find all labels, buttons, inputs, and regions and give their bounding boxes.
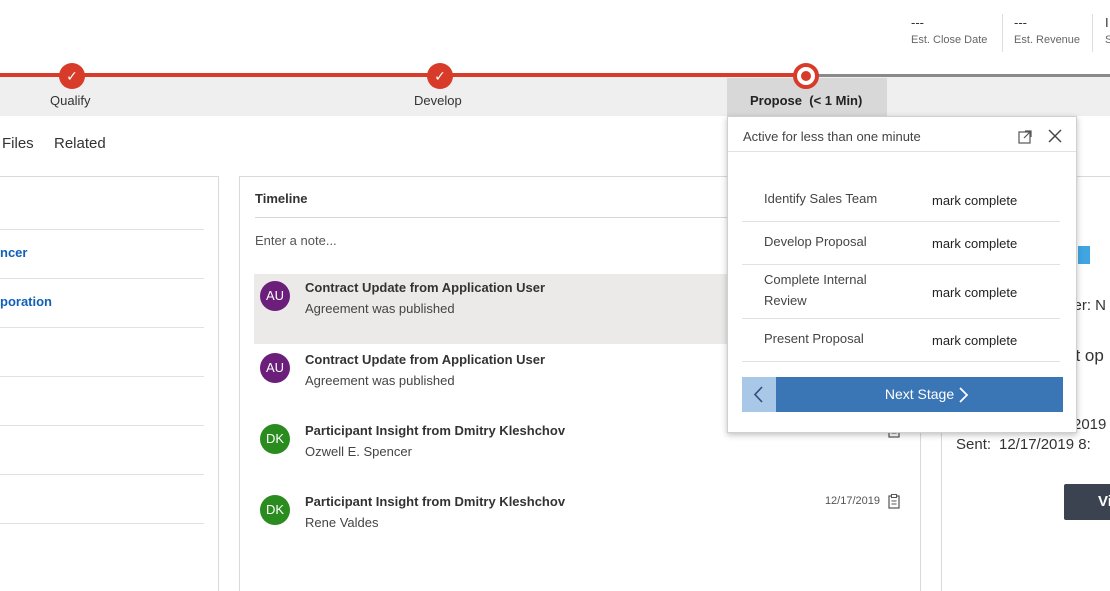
timeline-item-title: Contract Update from Application User [305, 280, 546, 295]
timeline-item-subtitle: Rene Valdes [305, 515, 379, 530]
left-details-panel [0, 176, 219, 591]
left-row-divider [0, 278, 204, 279]
timeline-item[interactable]: DK Participant Insight from Dmitry Klesh… [254, 488, 920, 558]
avatar: AU [260, 281, 290, 311]
timeline-divider [255, 217, 735, 218]
header-separator [1092, 14, 1093, 52]
status-label: S [1105, 34, 1110, 46]
mark-complete-button[interactable]: mark complete [932, 236, 1017, 251]
step-row: Identify Sales Team mark complete [742, 179, 1060, 222]
process-progress-line [0, 73, 806, 77]
avatar: DK [260, 495, 290, 525]
timeline-title: Timeline [255, 191, 308, 206]
step-label: Develop Proposal [764, 234, 867, 249]
clipboard-icon[interactable] [888, 494, 900, 509]
sent-label: Sent: [956, 436, 992, 453]
left-row-divider [0, 523, 204, 524]
est-close-date-field: --- Est. Close Date [911, 15, 988, 47]
status-chip [1078, 246, 1090, 264]
account-link[interactable]: poration [0, 294, 52, 309]
timeline-item-subtitle: Agreement was published [305, 301, 455, 316]
chevron-left-icon [753, 386, 763, 403]
mark-complete-button[interactable]: mark complete [932, 333, 1017, 348]
left-row-divider [0, 474, 204, 475]
timeline-item-subtitle: Agreement was published [305, 373, 455, 388]
next-stage-label: Next Stage [884, 386, 955, 402]
header-separator [1002, 14, 1003, 52]
status-value: I [1105, 15, 1109, 30]
left-row-divider [0, 229, 204, 230]
step-row: Complete Internal Review mark complete [742, 265, 1060, 319]
right-field-text: 2019 [1073, 416, 1107, 433]
note-input[interactable] [255, 233, 735, 248]
mark-complete-button[interactable]: mark complete [932, 193, 1017, 208]
step-label: Identify Sales Team [764, 191, 878, 206]
business-process-bar [0, 76, 1110, 116]
step-row: Present Proposal mark complete [742, 319, 1060, 362]
mark-complete-button[interactable]: mark complete [932, 285, 1017, 300]
est-close-date-value: --- [911, 15, 924, 30]
close-icon[interactable] [1048, 129, 1062, 143]
timeline-item-title: Contract Update from Application User [305, 352, 546, 367]
process-remaining-line [806, 74, 1110, 77]
est-close-date-label: Est. Close Date [911, 34, 988, 46]
stage-qualify[interactable]: Qualify [50, 93, 90, 108]
flyout-header: Active for less than one minute [743, 129, 921, 144]
step-label: Present Proposal [764, 331, 864, 346]
est-revenue-value: --- [1014, 15, 1027, 30]
view-button[interactable]: Vi [1064, 484, 1110, 520]
step-row: Develop Proposal mark complete [742, 222, 1060, 265]
expand-icon[interactable] [1018, 130, 1032, 144]
flyout-divider [728, 151, 1076, 152]
est-revenue-label: Est. Revenue [1014, 34, 1081, 46]
tab-files[interactable]: Files [2, 135, 34, 152]
stage-flyout: Active for less than one minute Identify… [727, 116, 1077, 433]
chevron-right-icon [959, 387, 969, 403]
avatar: AU [260, 353, 290, 383]
timeline-item-title: Participant Insight from Dmitry Kleshcho… [305, 423, 566, 438]
timeline-item-date: 12/17/2019 [824, 495, 880, 507]
tab-related[interactable]: Related [54, 135, 106, 152]
previous-stage-button[interactable] [742, 377, 776, 412]
left-row-divider [0, 376, 204, 377]
timeline-item-subtitle: Ozwell E. Spencer [305, 444, 412, 459]
status-field: I S [1105, 15, 1110, 47]
left-row-divider [0, 425, 204, 426]
left-row-divider [0, 327, 204, 328]
avatar: DK [260, 424, 290, 454]
est-revenue-field: --- Est. Revenue [1014, 15, 1081, 47]
contact-link[interactable]: ncer [0, 245, 27, 260]
qualify-stage-check-icon[interactable]: ✓ [59, 63, 85, 89]
stage-propose[interactable]: Propose (< 1 Min) [750, 93, 862, 108]
propose-stage-target-icon[interactable] [793, 63, 819, 89]
sent-value: 12/17/2019 8: [999, 436, 1091, 453]
step-label: Complete Internal Review [764, 272, 867, 308]
timeline-item-title: Participant Insight from Dmitry Kleshcho… [305, 494, 566, 509]
develop-stage-check-icon[interactable]: ✓ [427, 63, 453, 89]
stage-develop[interactable]: Develop [414, 93, 462, 108]
next-stage-button[interactable]: Next Stage [776, 377, 1063, 412]
